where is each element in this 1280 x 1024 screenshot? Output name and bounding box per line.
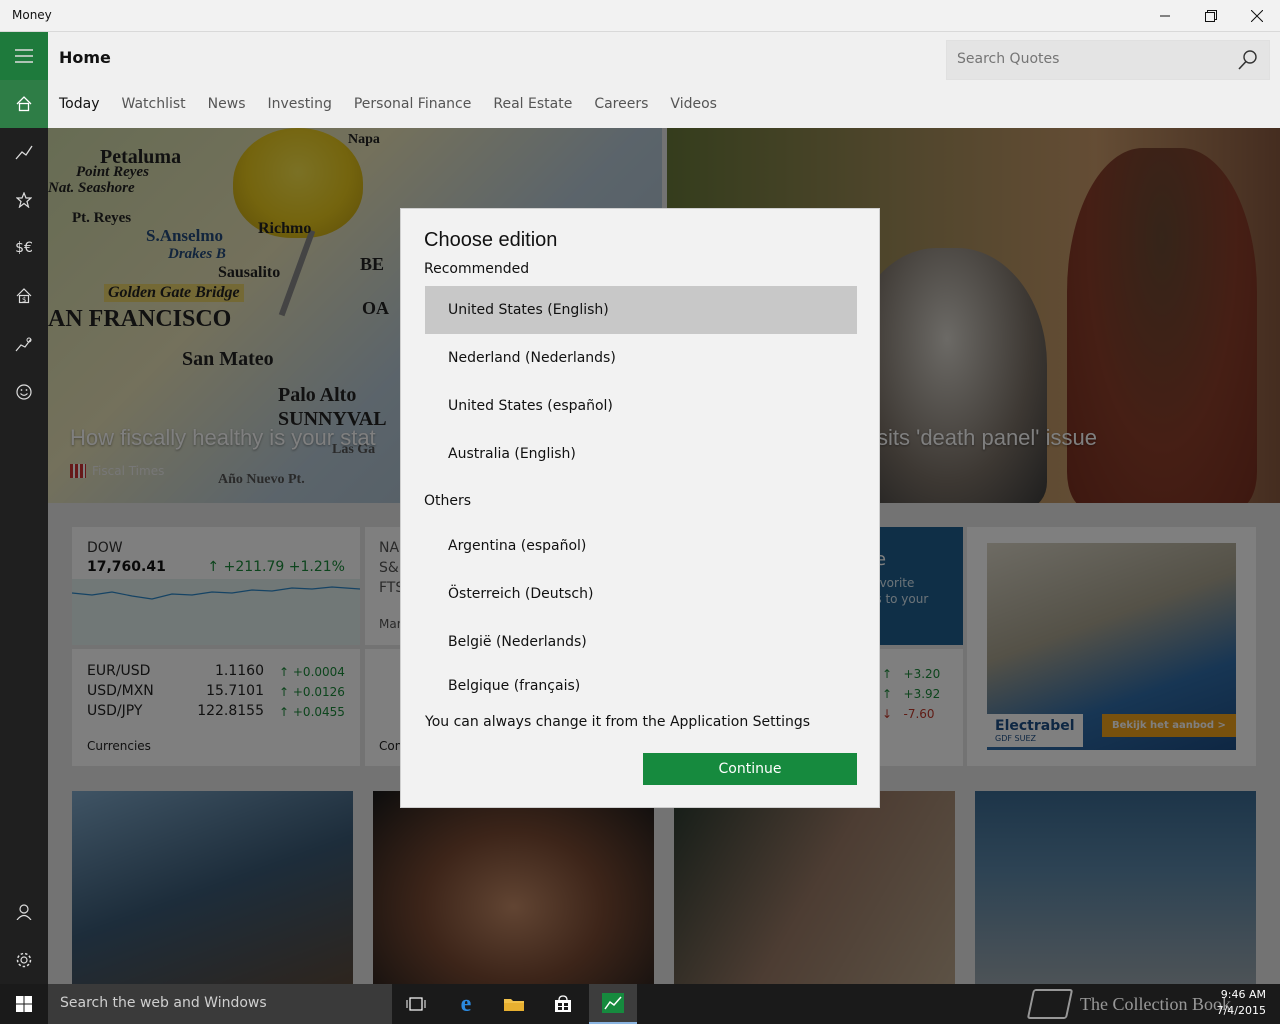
search-input[interactable] (957, 51, 1217, 67)
tab-personal-finance[interactable]: Personal Finance (354, 96, 472, 112)
windows-logo-icon (16, 996, 32, 1012)
recommended-heading: Recommended (424, 261, 530, 277)
chart-icon (15, 337, 32, 352)
store-icon (555, 995, 571, 1012)
currency-icon: $€ (15, 240, 33, 256)
minimize-icon (1160, 15, 1170, 17)
folder-icon (504, 999, 524, 1011)
file-explorer-button[interactable] (490, 984, 538, 1024)
task-view-button[interactable] (392, 984, 440, 1024)
page-title: Home (59, 48, 111, 67)
app-title: Money (12, 8, 52, 22)
system-clock[interactable]: 9:46 AM 7/4/2015 (1214, 987, 1266, 1019)
tab-investing[interactable]: Investing (268, 96, 332, 112)
edition-option[interactable]: United States (English) (425, 286, 857, 334)
minimize-button[interactable] (1142, 0, 1188, 32)
house-icon: $ (16, 288, 32, 304)
edition-option[interactable]: Argentina (español) (425, 522, 857, 570)
others-heading: Others (424, 493, 472, 509)
smiley-icon (16, 384, 32, 400)
nav-rail: $€ $ (0, 32, 48, 984)
edition-option[interactable]: Nederland (Nederlands) (425, 334, 857, 382)
task-view-icon (406, 997, 426, 1011)
edition-option[interactable]: Österreich (Deutsch) (425, 570, 857, 618)
rail-settings[interactable] (0, 936, 48, 984)
tab-watchlist[interactable]: Watchlist (122, 96, 186, 112)
hamburger-button[interactable] (0, 32, 48, 80)
taskbar: Search the web and Windows e The Collect… (0, 984, 1280, 1024)
rail-mortgage[interactable]: $ (0, 272, 48, 320)
watermark-text: The Collection Book (1080, 993, 1231, 1014)
dialog-title: Choose edition (424, 229, 558, 251)
edge-icon: e (460, 990, 472, 1017)
account-icon (16, 904, 32, 920)
close-icon (1251, 10, 1263, 22)
edition-option[interactable]: Belgique (français) (425, 666, 857, 706)
svg-text:$: $ (22, 296, 26, 304)
rail-home[interactable] (0, 80, 48, 128)
home-icon (16, 96, 32, 112)
clock-time: 9:46 AM (1220, 988, 1266, 1001)
star-icon (16, 192, 32, 208)
rail-planner[interactable] (0, 320, 48, 368)
settings-icon (16, 952, 32, 968)
tab-videos[interactable]: Videos (670, 96, 717, 112)
rail-markets[interactable] (0, 128, 48, 176)
rail-currencies[interactable]: $€ (0, 224, 48, 272)
restore-icon (1205, 10, 1217, 22)
money-app-icon (602, 993, 624, 1013)
trending-icon (15, 145, 33, 160)
restore-button[interactable] (1188, 0, 1234, 32)
rail-feedback[interactable] (0, 368, 48, 416)
tab-real-estate[interactable]: Real Estate (493, 96, 572, 112)
book-icon (1026, 989, 1074, 1019)
edition-option[interactable]: België (Nederlands) (425, 618, 857, 666)
taskbar-search-text: Search the web and Windows (60, 995, 267, 1011)
start-button[interactable] (0, 984, 48, 1024)
taskbar-search[interactable]: Search the web and Windows (48, 984, 392, 1024)
edition-option[interactable]: United States (español) (425, 382, 857, 430)
app-header: Home Today Watchlist News Investing Pers… (48, 32, 1280, 128)
money-app-button[interactable] (589, 984, 637, 1024)
clock-date: 7/4/2015 (1216, 1004, 1266, 1017)
search-box[interactable] (946, 40, 1270, 80)
tab-news[interactable]: News (208, 96, 246, 112)
store-button[interactable] (539, 984, 587, 1024)
edge-button[interactable]: e (442, 984, 490, 1024)
tab-careers[interactable]: Careers (594, 96, 648, 112)
hamburger-icon (15, 49, 33, 63)
search-icon[interactable] (1237, 49, 1259, 71)
edition-option[interactable]: Australia (English) (425, 430, 857, 478)
choose-edition-dialog: Choose edition Recommended United States… (400, 208, 880, 808)
tab-today[interactable]: Today (59, 96, 100, 112)
close-button[interactable] (1234, 0, 1280, 32)
rail-account[interactable] (0, 888, 48, 936)
rail-watchlist[interactable] (0, 176, 48, 224)
title-bar: Money (0, 0, 1280, 32)
section-tabs: Today Watchlist News Investing Personal … (59, 96, 717, 112)
dialog-note: You can always change it from the Applic… (425, 714, 811, 730)
continue-button[interactable]: Continue (643, 753, 857, 785)
